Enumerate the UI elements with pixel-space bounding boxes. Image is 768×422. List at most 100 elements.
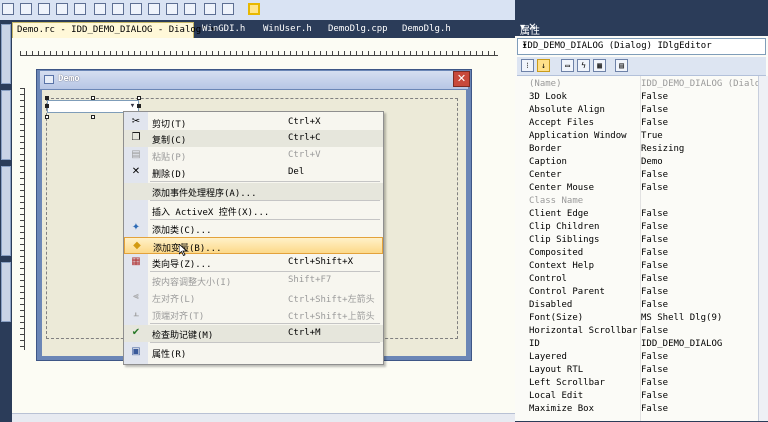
properties-view-icon[interactable]: ▭ [561, 59, 574, 72]
property-value[interactable]: Demo [641, 157, 663, 167]
panel-window-buttons[interactable]: ▾ ✕ [520, 22, 764, 33]
menu-item-add-class[interactable]: ✦ 添加类(C)... [124, 220, 383, 237]
property-row[interactable]: Accept Files False [517, 117, 758, 130]
property-value[interactable]: False [641, 404, 668, 414]
property-value[interactable]: False [641, 365, 668, 375]
alphabetical-icon[interactable]: ↓ [537, 59, 550, 72]
menu-item-class-wizard[interactable]: ▦ 类向导(Z)... Ctrl+Shift+X [124, 254, 383, 271]
resize-handle[interactable] [137, 104, 141, 108]
property-value[interactable]: False [641, 222, 668, 232]
same-width-tool-icon[interactable] [148, 3, 160, 15]
menu-item-add-event-handler[interactable]: 添加事件处理程序(A)... [124, 183, 383, 200]
property-value[interactable]: False [641, 170, 668, 180]
server-explorer-side-tab[interactable] [1, 24, 11, 84]
vertical-ruler[interactable] [14, 88, 25, 350]
space-across-tool-icon[interactable] [112, 3, 124, 15]
property-value[interactable]: False [641, 378, 668, 388]
property-value[interactable]: False [641, 391, 668, 401]
tab-demodlg-cpp[interactable]: DemoDlg.cpp [324, 22, 394, 38]
property-row[interactable]: Control False [517, 273, 758, 286]
property-row[interactable]: Clip Children False [517, 221, 758, 234]
toggle-grid-tool-icon[interactable] [222, 3, 234, 15]
same-height-tool-icon[interactable] [166, 3, 178, 15]
property-row[interactable]: ID IDD_DEMO_DIALOG [517, 338, 758, 351]
align-right-tool-icon[interactable] [20, 3, 32, 15]
menu-item-paste[interactable]: ▤ 粘贴(P) Ctrl+V [124, 147, 383, 164]
property-row[interactable]: Center False [517, 169, 758, 182]
property-row[interactable]: Control Parent False [517, 286, 758, 299]
property-row[interactable]: Local Edit False [517, 390, 758, 403]
property-value[interactable]: False [641, 300, 668, 310]
property-row[interactable]: Application Window True [517, 130, 758, 143]
messages-view-icon[interactable]: ▦ [593, 59, 606, 72]
menu-item-align-left[interactable]: ⫷ 左对齐(L) Ctrl+Shift+左箭头 [124, 289, 383, 306]
tab-wingdi-h[interactable]: WinGDI.h [198, 22, 258, 38]
object-selector[interactable]: IDD_DEMO_DIALOG (Dialog) IDlgEditor ▾ [517, 38, 766, 55]
events-view-icon[interactable]: ϟ [577, 59, 590, 72]
property-row[interactable]: Layered False [517, 351, 758, 364]
property-value[interactable]: IDD_DEMO_DIALOG (Dialog) [641, 79, 758, 89]
menu-item-cut[interactable]: ✂ 剪切(T) Ctrl+X [124, 114, 383, 131]
tab-demo-rc-dialog[interactable]: Demo.rc - IDD_DEMO_DIALOG - Dialog* × [12, 22, 216, 38]
property-row[interactable]: Composited False [517, 247, 758, 260]
menu-item-size-to-content[interactable]: 按内容调整大小(I) Shift+F7 [124, 272, 383, 289]
menu-item-properties[interactable]: ▣ 属性(R) [124, 344, 383, 361]
property-row[interactable]: Absolute Align False [517, 104, 758, 117]
toggle-guides-tool-icon[interactable] [248, 3, 260, 15]
resize-handle[interactable] [45, 115, 49, 119]
menu-item-add-variable[interactable]: ◆ 添加变量(B)... [124, 237, 383, 254]
resource-view-side-tab[interactable] [1, 166, 11, 256]
property-row[interactable]: (Name) IDD_DEMO_DIALOG (Dialog) [517, 78, 758, 91]
property-row[interactable]: Border Resizing [517, 143, 758, 156]
menu-item-check-mnemonics[interactable]: ✔ 检查助记键(M) Ctrl+M [124, 325, 383, 342]
tab-winuser-h[interactable]: WinUser.h [259, 22, 319, 38]
align-bottom-tool-icon[interactable] [56, 3, 68, 15]
property-value[interactable]: IDD_DEMO_DIALOG [641, 339, 722, 349]
space-down-tool-icon[interactable] [130, 3, 142, 15]
property-row[interactable]: Client Edge False [517, 208, 758, 221]
property-value[interactable]: False [641, 92, 668, 102]
toolbox-side-tab[interactable] [1, 90, 11, 160]
property-row[interactable]: Center Mouse False [517, 182, 758, 195]
property-value[interactable]: False [641, 209, 668, 219]
align-left-tool-icon[interactable] [2, 3, 14, 15]
property-value[interactable]: False [641, 105, 668, 115]
property-row[interactable]: Layout RTL False [517, 364, 758, 377]
class-view-side-tab[interactable] [1, 262, 11, 322]
property-row[interactable]: Disabled False [517, 299, 758, 312]
property-value[interactable]: False [641, 287, 668, 297]
menu-item-copy[interactable]: ❐ 复制(C) Ctrl+C [124, 130, 383, 147]
categorized-icon[interactable]: ⁝ [521, 59, 534, 72]
dialog-titlebar[interactable]: Demo [40, 71, 468, 89]
property-value[interactable]: MS Shell Dlg(9) [641, 313, 722, 323]
property-value[interactable]: Resizing [641, 144, 684, 154]
resize-handle[interactable] [91, 96, 95, 100]
property-value[interactable]: False [641, 248, 668, 258]
resize-handle[interactable] [45, 96, 49, 100]
property-row[interactable]: 3D Look False [517, 91, 758, 104]
property-value[interactable]: False [641, 183, 668, 193]
resize-handle[interactable] [91, 115, 95, 119]
test-dialog-tool-icon[interactable] [204, 3, 216, 15]
menu-item-insert-activex[interactable]: 插入 ActiveX 控件(X)... [124, 202, 383, 219]
property-value[interactable]: False [641, 274, 668, 284]
property-row[interactable]: Class Name [517, 195, 758, 208]
resize-handle[interactable] [45, 104, 49, 108]
align-top-tool-icon[interactable] [38, 3, 50, 15]
property-value[interactable]: False [641, 326, 668, 336]
dialog-close-icon[interactable]: ✕ [453, 71, 470, 87]
property-row[interactable]: Font(Size) MS Shell Dlg(9) [517, 312, 758, 325]
property-value[interactable]: False [641, 261, 668, 271]
menu-item-delete[interactable]: ✕ 删除(D) Del [124, 164, 383, 181]
property-row[interactable]: Context Help False [517, 260, 758, 273]
property-row[interactable]: Maximize Box False [517, 403, 758, 416]
tab-demodlg-h[interactable]: DemoDlg.h [398, 22, 458, 38]
property-value[interactable]: False [641, 118, 668, 128]
property-value[interactable]: False [641, 235, 668, 245]
property-value[interactable]: True [641, 131, 663, 141]
chevron-down-icon[interactable]: ▾ [522, 41, 762, 51]
property-row[interactable]: Left Scrollbar False [517, 377, 758, 390]
horizontal-ruler[interactable] [20, 44, 498, 56]
property-value[interactable]: False [641, 352, 668, 362]
menu-item-align-top[interactable]: ⫠ 顶端对齐(T) Ctrl+Shift+上箭头 [124, 306, 383, 323]
